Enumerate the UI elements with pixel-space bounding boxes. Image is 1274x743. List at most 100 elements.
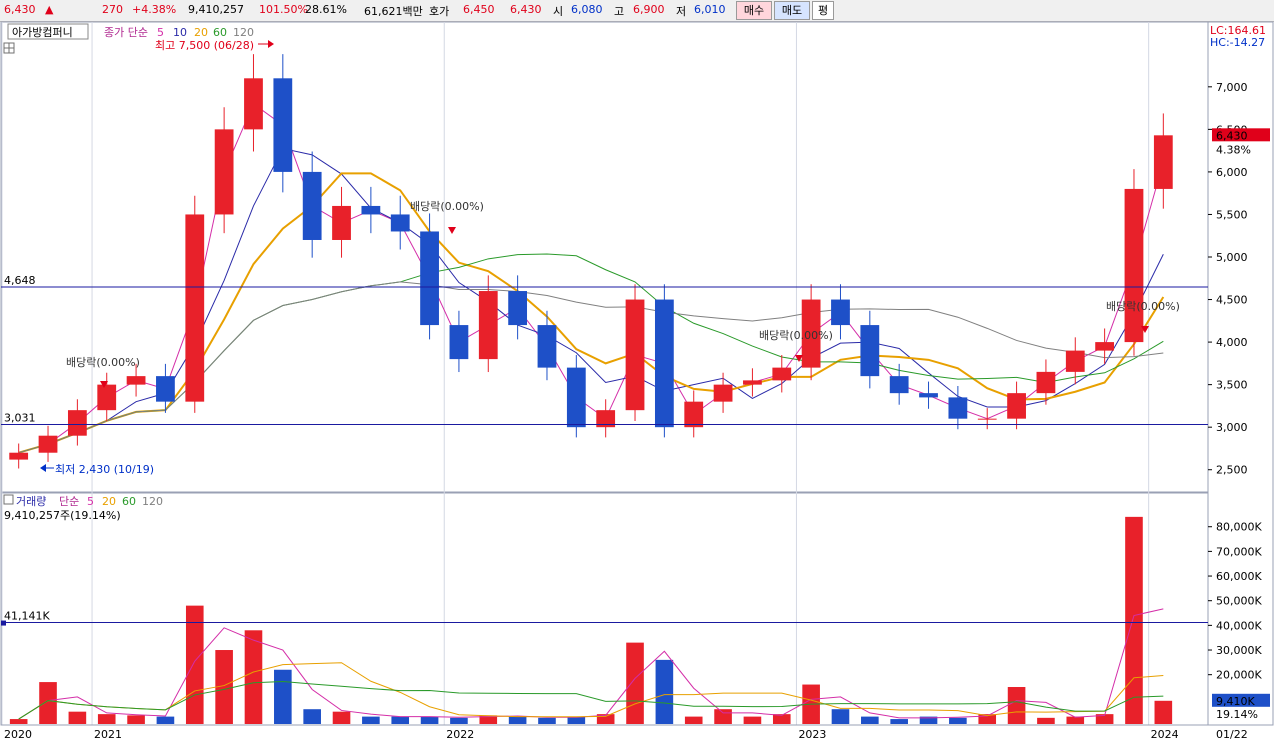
candle-body [244, 78, 263, 130]
volume-bar [890, 719, 908, 724]
volume-tick-label: 30,000K [1216, 644, 1262, 657]
trade-amount: 61,621백만 [364, 5, 423, 18]
volume-bar [1154, 700, 1173, 724]
candle-body [449, 325, 469, 360]
volume-bar [127, 715, 145, 724]
x-tick-label: 2023 [798, 728, 826, 741]
candle-body [9, 452, 29, 460]
volume-ma120-label: 120 [142, 495, 163, 508]
price-tick-label: 3,500 [1216, 379, 1248, 392]
ma5-label: 5 [157, 26, 164, 39]
volume-ratio: 101.50% [259, 3, 308, 16]
volume-bar [244, 630, 263, 724]
low-label: 저 [676, 5, 687, 18]
quote-bar: 6,430 ▲ 270 +4.38% 9,410,257 101.50% 28.… [0, 0, 1274, 22]
volume-bar [303, 709, 321, 724]
candle-body [772, 367, 792, 381]
candle-body [684, 401, 704, 428]
volume-bar [714, 709, 732, 724]
low-price: 6,010 [694, 3, 726, 16]
volume-bar [9, 719, 28, 724]
volume-tick-label: 20,000K [1216, 669, 1262, 682]
volume-ma60-label: 60 [122, 495, 136, 508]
candle-body [654, 299, 674, 428]
open-price: 6,080 [571, 3, 603, 16]
volume-panel-icon[interactable] [3, 494, 14, 505]
volume-ma5-label: 5 [87, 495, 94, 508]
high-label: 고 [614, 5, 625, 18]
turnover-rate: 28.61% [305, 3, 347, 16]
candle-body [302, 171, 322, 240]
current-pct-tag-text: 4.38% [1216, 143, 1251, 156]
candle-body [537, 325, 557, 368]
volume-bar [743, 716, 762, 724]
volume-tick-label: 40,000K [1216, 619, 1262, 632]
candle-body [214, 129, 234, 215]
candle-body [508, 291, 528, 326]
buy-button[interactable]: 매수 [736, 1, 772, 20]
candle-body [361, 205, 381, 215]
volume-title: 거래량 [16, 495, 46, 508]
dividend-label-2: 배당락(0.00%) [410, 200, 484, 213]
volume-bar [450, 717, 468, 724]
candle-body [713, 384, 733, 402]
volume-ma20-label: 20 [102, 495, 116, 508]
x-axis-ticks: 2020 2021 2022 2023 2024 [4, 728, 1179, 741]
volume-bar [39, 682, 57, 724]
candle-body [831, 299, 850, 326]
candle-body [1124, 188, 1144, 343]
price-tick-label: 5,500 [1216, 208, 1248, 221]
volume-tick-label: 80,000K [1216, 521, 1262, 534]
price-tick-label: 7,000 [1216, 81, 1248, 94]
change-value: 270 [102, 3, 123, 16]
chart-area: 4,648 3,031 41,141K 아가방컴퍼니 종가 단순 5 10 20… [0, 21, 1274, 741]
volume-bar [156, 716, 175, 724]
volume-ma-label: 단순 [59, 495, 79, 508]
current-volume-pct-text: 19.14% [1216, 708, 1258, 721]
volume-current-value: 9,410,257주(19.14%) [4, 509, 121, 522]
quote-label: 호가 [429, 5, 450, 18]
high-annotation: 최고 7,500 (06/28) [155, 39, 254, 52]
candle-body [185, 214, 205, 402]
x-tick-label: 2021 [94, 728, 122, 741]
volume-tick-label: 70,000K [1216, 545, 1262, 558]
low-annotation: 최저 2,430 (10/19) [55, 463, 154, 476]
up-arrow-icon: ▲ [45, 3, 54, 16]
volume-tick-label: 60,000K [1216, 570, 1262, 583]
candle-body [977, 418, 997, 420]
candle-body [38, 435, 58, 453]
volume-bar [626, 642, 644, 724]
candle-body [625, 299, 645, 411]
candle-body [566, 367, 586, 428]
average-button[interactable]: 평 [812, 1, 834, 20]
candle-body [332, 205, 351, 240]
stock-name: 아가방컴퍼니 [12, 26, 73, 39]
candle-body [948, 397, 968, 419]
volume-bar [420, 716, 439, 724]
sell-button[interactable]: 매도 [774, 1, 810, 20]
volume-bar [508, 716, 527, 724]
bid-price: 6,430 [510, 3, 542, 16]
volume-bar [185, 605, 204, 724]
price-tick-label: 4,000 [1216, 336, 1248, 349]
volume-bar [949, 717, 967, 724]
ma60-label: 60 [213, 26, 227, 39]
volume-bar [1125, 516, 1143, 724]
candle-body [126, 376, 146, 385]
volume-bar [332, 711, 351, 724]
volume-bar [684, 716, 703, 724]
candle-body [860, 325, 880, 377]
volume-bar [1007, 687, 1026, 724]
price-tick-label: 5,000 [1216, 251, 1248, 264]
volume-value: 9,410,257 [188, 3, 244, 16]
current-volume-tag-text: 9,410K [1216, 695, 1255, 708]
volume-bar [861, 716, 879, 724]
ma120-label: 120 [233, 26, 254, 39]
candle-body [67, 410, 87, 436]
hline-lower-label: 3,031 [4, 412, 36, 425]
hline-upper-label: 4,648 [4, 274, 36, 287]
volume-bar [391, 716, 410, 724]
volume-bar [1037, 717, 1055, 724]
candle-body [1095, 342, 1115, 351]
candle-body [743, 380, 762, 385]
